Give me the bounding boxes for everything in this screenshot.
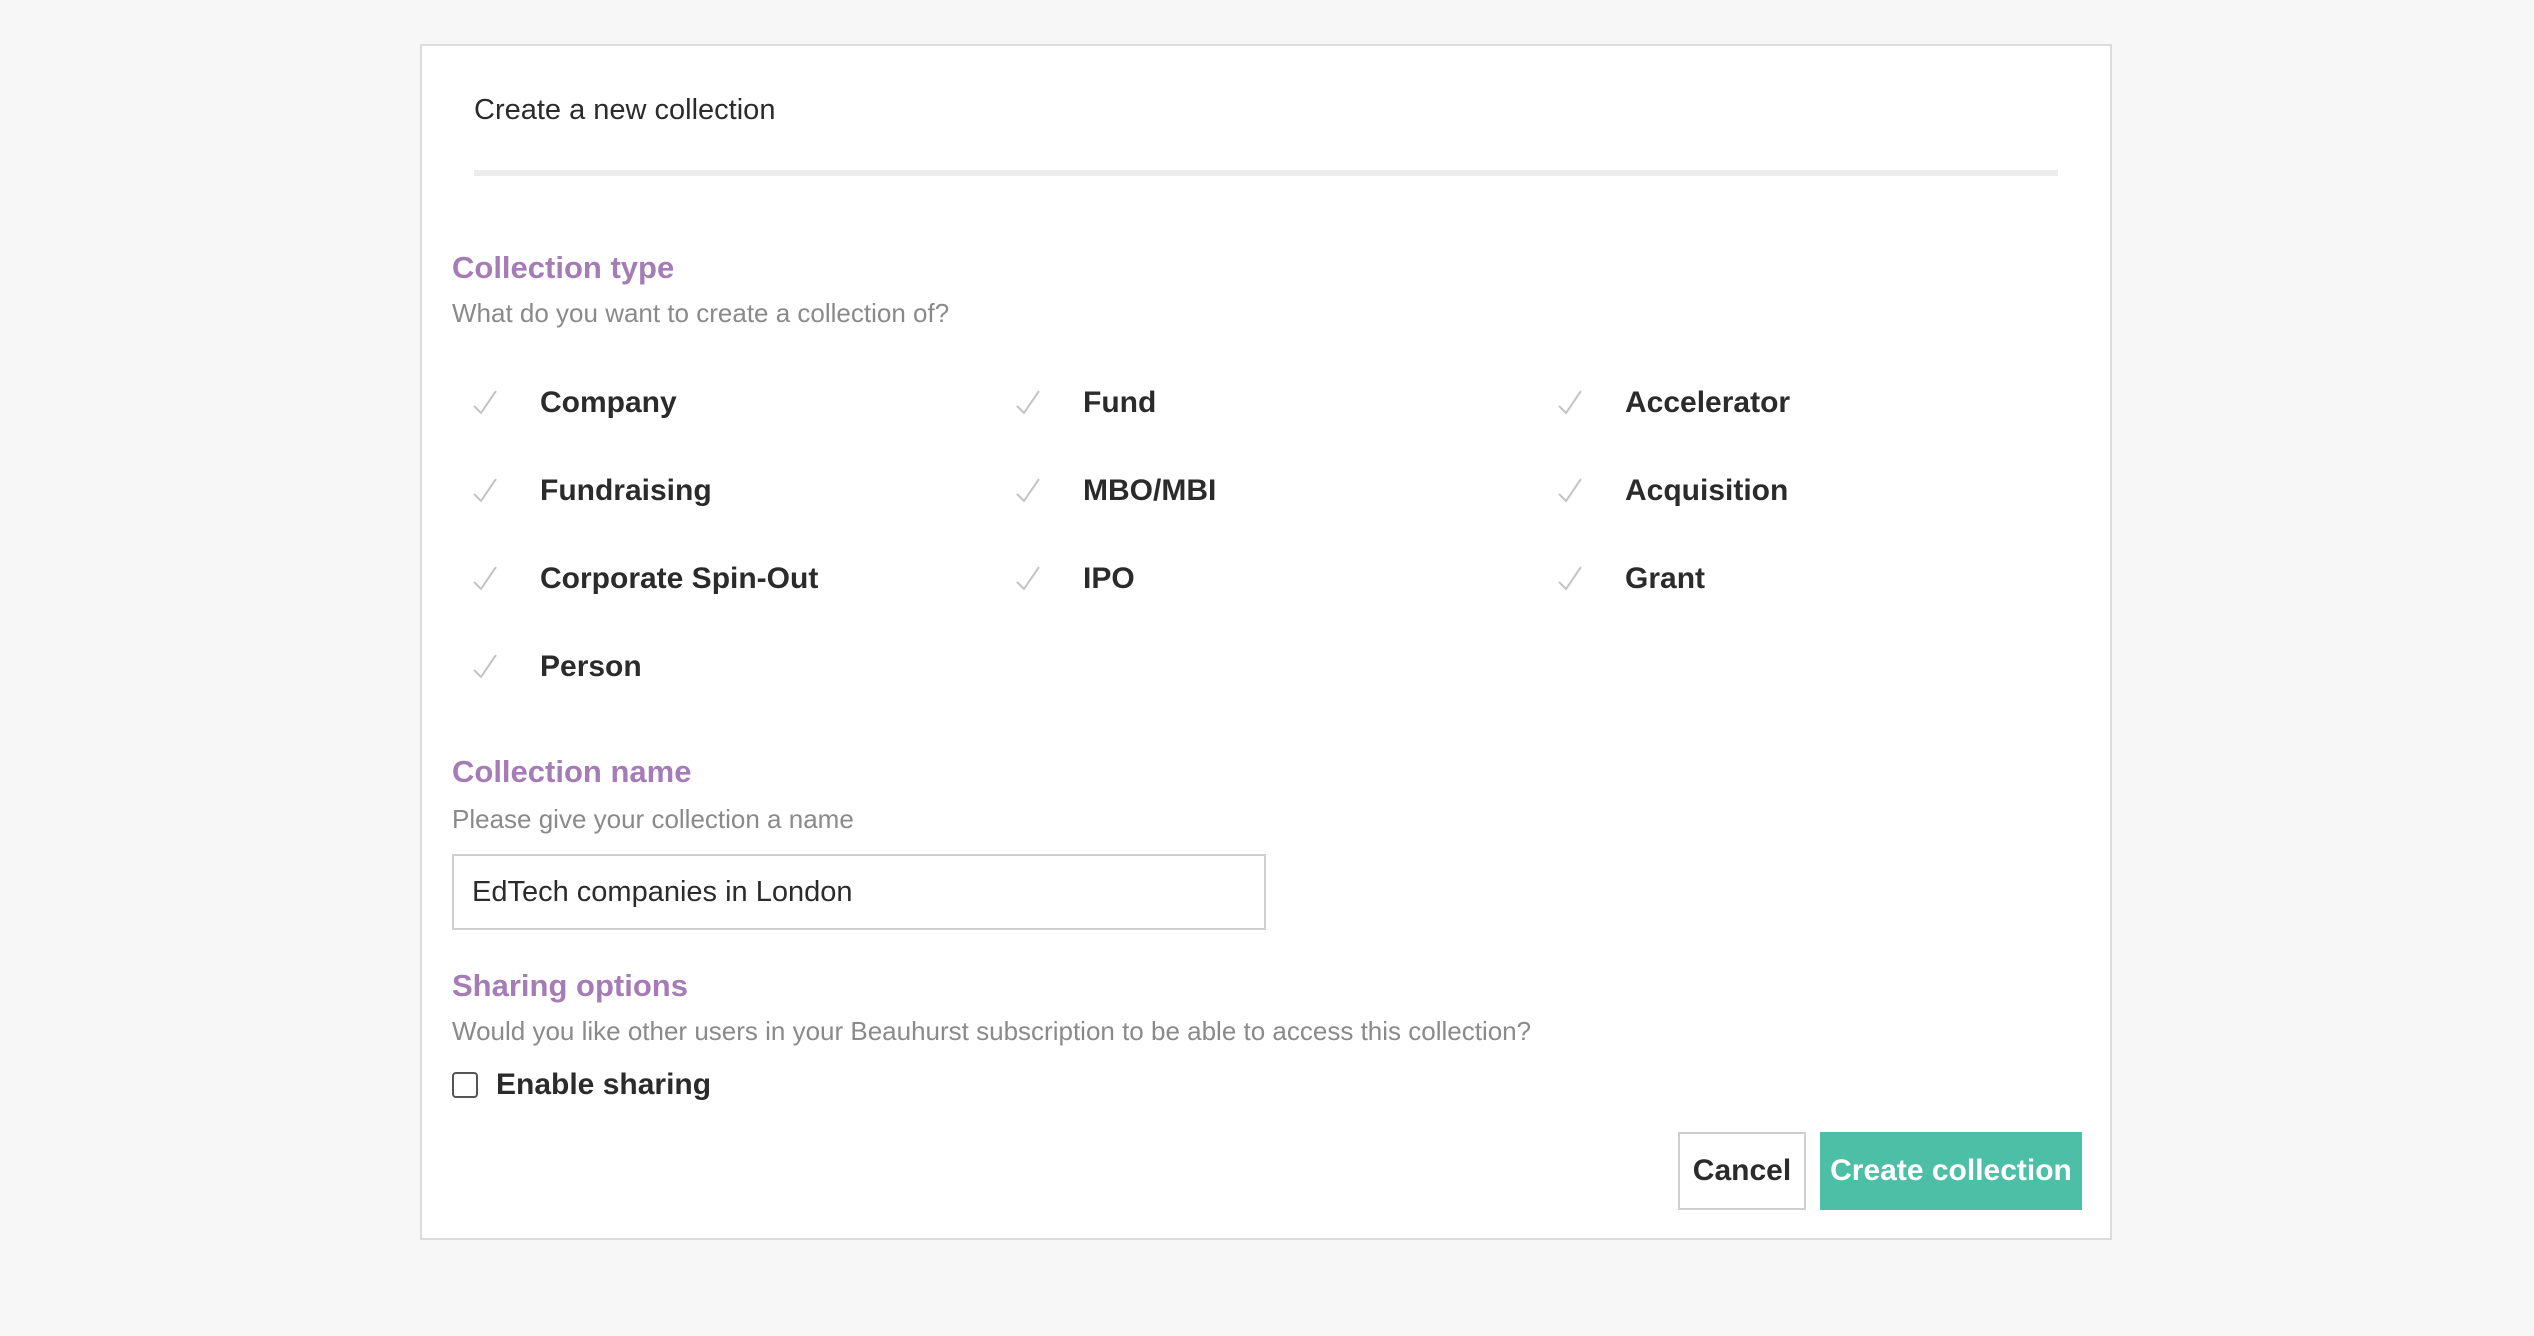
type-option-ipo[interactable]: IPO <box>1015 562 1495 622</box>
collection-type-description: What do you want to create a collection … <box>452 298 950 328</box>
check-icon <box>1558 566 1582 591</box>
type-option-person[interactable]: Person <box>472 650 952 710</box>
check-icon <box>1016 566 1040 591</box>
collection-type-heading: Collection type <box>452 250 675 285</box>
type-option-label: Corporate Spin-Out <box>540 562 819 595</box>
type-option-corporate-spin-out[interactable]: Corporate Spin-Out <box>472 562 952 622</box>
check-icon <box>1558 390 1582 415</box>
type-option-fundraising[interactable]: Fundraising <box>472 474 952 534</box>
type-option-label: Grant <box>1625 562 1706 595</box>
type-option-company[interactable]: Company <box>472 386 952 446</box>
collection-name-heading: Collection name <box>452 754 692 789</box>
type-option-label: Acquisition <box>1625 474 1789 507</box>
type-option-label: Fund <box>1083 386 1157 419</box>
type-option-label: MBO/MBI <box>1083 474 1217 507</box>
check-icon <box>473 566 497 591</box>
check-icon <box>473 390 497 415</box>
type-option-label: Fundraising <box>540 474 712 507</box>
type-option-accelerator[interactable]: Accelerator <box>1557 386 2037 446</box>
enable-sharing-checkbox[interactable] <box>452 1072 478 1098</box>
modal-header: Create a new collection <box>474 46 2058 176</box>
create-collection-modal: Create a new collection Collection type … <box>420 44 2112 1240</box>
type-option-mbo-mbi[interactable]: MBO/MBI <box>1015 474 1495 534</box>
type-option-label: IPO <box>1083 562 1135 595</box>
collection-name-description: Please give your collection a name <box>452 804 854 834</box>
enable-sharing-label[interactable]: Enable sharing <box>496 1068 711 1102</box>
check-icon <box>1558 478 1582 503</box>
cancel-button[interactable]: Cancel <box>1678 1132 1806 1210</box>
sharing-options-heading: Sharing options <box>452 968 688 1003</box>
type-option-fund[interactable]: Fund <box>1015 386 1495 446</box>
check-icon <box>1016 390 1040 415</box>
type-option-label: Person <box>540 650 642 683</box>
sharing-options-description: Would you like other users in your Beauh… <box>452 1016 1532 1046</box>
create-collection-button[interactable]: Create collection <box>1820 1132 2082 1210</box>
check-icon <box>473 654 497 679</box>
check-icon <box>473 478 497 503</box>
modal-title: Create a new collection <box>474 94 776 126</box>
collection-type-options: Company Fund Accelerator Fundraising MBO… <box>472 342 2102 702</box>
type-option-label: Accelerator <box>1625 386 1791 419</box>
type-option-label: Company <box>540 386 677 419</box>
check-icon <box>1016 478 1040 503</box>
collection-name-input[interactable] <box>452 854 1266 930</box>
type-option-grant[interactable]: Grant <box>1557 562 2037 622</box>
type-option-acquisition[interactable]: Acquisition <box>1557 474 2037 534</box>
